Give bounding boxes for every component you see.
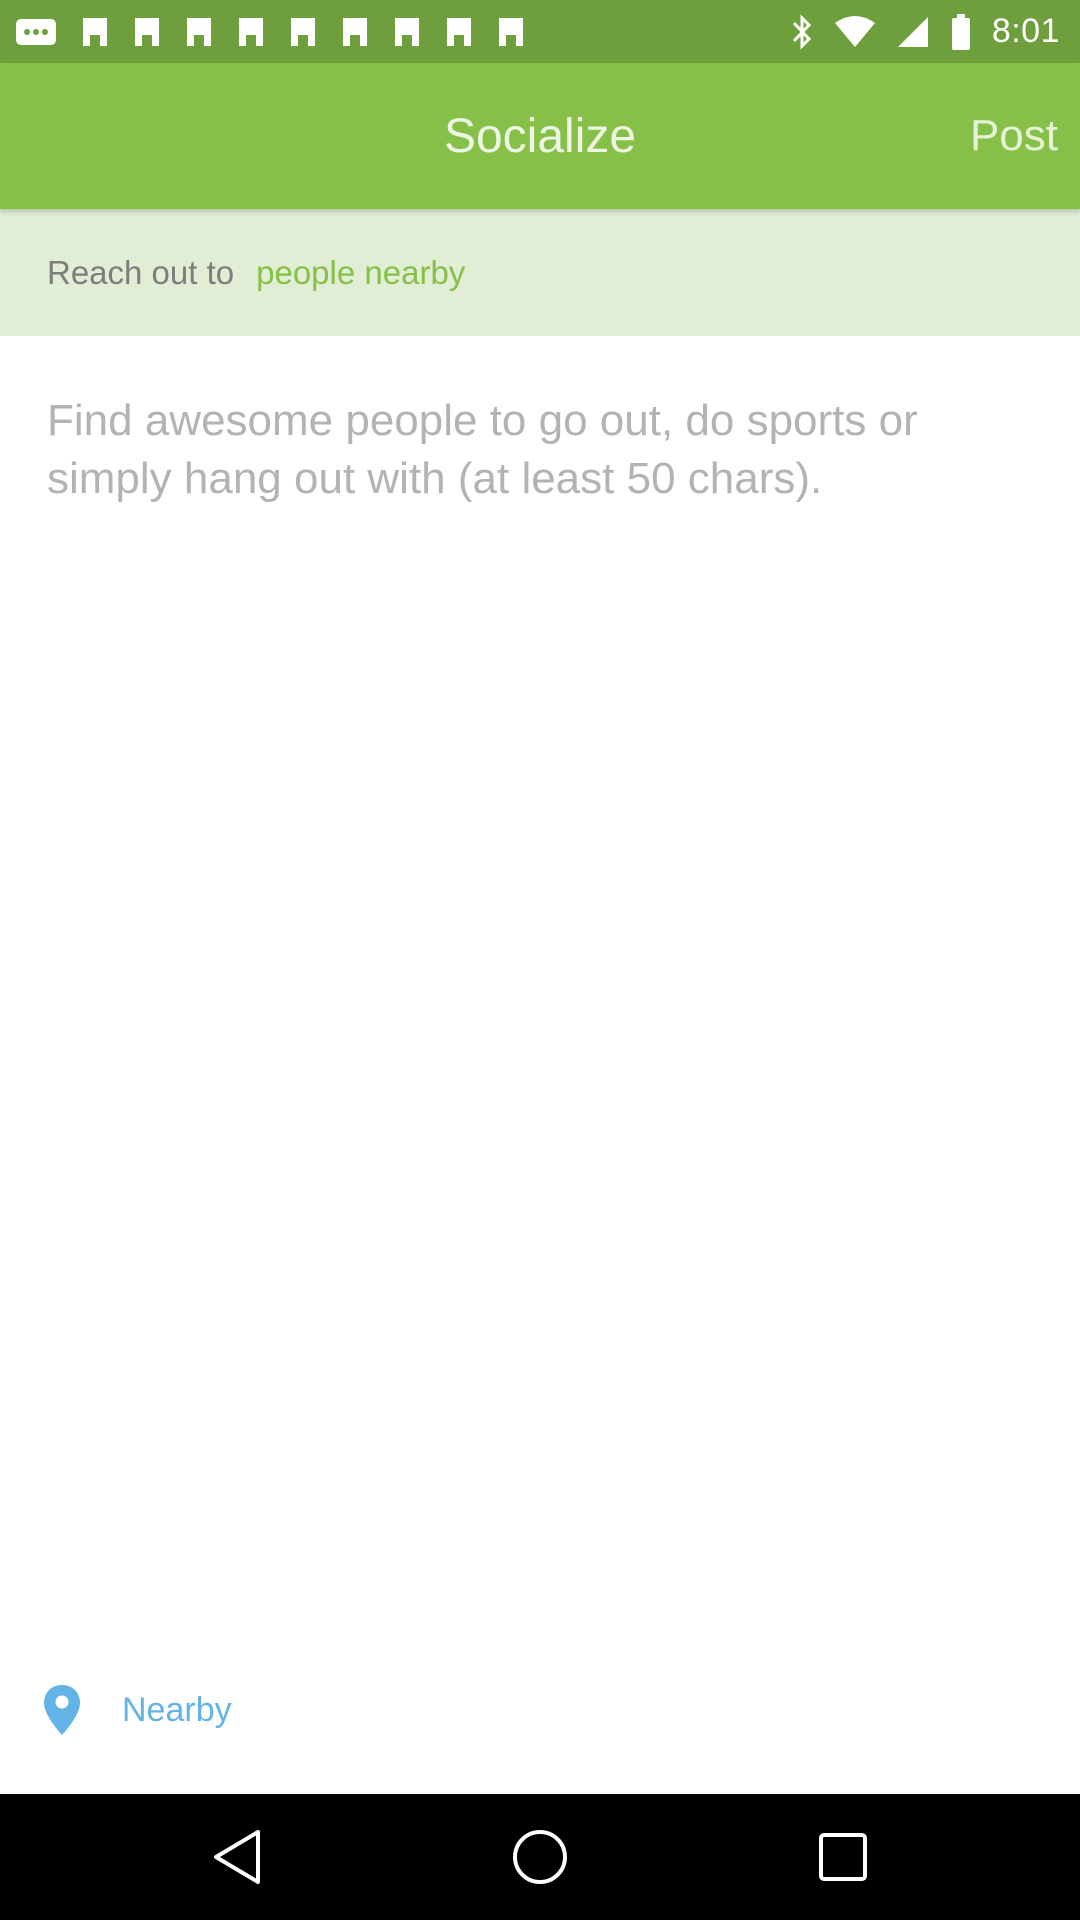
cellular-signal-icon bbox=[896, 15, 930, 49]
notification-icon bbox=[132, 15, 162, 49]
navigation-bar bbox=[0, 1794, 1080, 1920]
audience-bar: Reach out to people nearby bbox=[0, 209, 1080, 336]
battery-icon bbox=[950, 13, 972, 51]
home-button[interactable] bbox=[460, 1794, 620, 1920]
home-icon bbox=[510, 1827, 570, 1887]
notification-icon bbox=[392, 15, 422, 49]
notification-icon bbox=[184, 15, 214, 49]
status-time: 8:01 bbox=[991, 12, 1060, 50]
status-bar: 8:01 bbox=[0, 0, 1080, 63]
composer-area bbox=[0, 336, 1080, 1656]
post-text-input[interactable] bbox=[47, 392, 1047, 1592]
recents-icon bbox=[817, 1831, 869, 1883]
location-label: Nearby bbox=[122, 1690, 232, 1729]
post-button[interactable]: Post bbox=[970, 63, 1058, 209]
app-bar: Socialize Post bbox=[0, 63, 1080, 209]
audience-prefix-label: Reach out to bbox=[47, 253, 235, 291]
location-pin-icon bbox=[42, 1683, 82, 1737]
recents-button[interactable] bbox=[763, 1794, 923, 1920]
page-title: Socialize bbox=[443, 109, 637, 163]
notification-icon bbox=[236, 15, 266, 49]
notification-icon bbox=[80, 15, 110, 49]
notification-icon bbox=[340, 15, 370, 49]
status-notifications bbox=[14, 15, 526, 49]
status-system: 8:01 bbox=[790, 12, 1060, 51]
back-icon bbox=[210, 1827, 264, 1887]
back-button[interactable] bbox=[157, 1794, 317, 1920]
notification-icon bbox=[444, 15, 474, 49]
location-selector[interactable]: Nearby bbox=[0, 1665, 1080, 1755]
bluetooth-icon bbox=[790, 13, 814, 51]
wifi-icon bbox=[834, 15, 876, 49]
audience-target-link[interactable]: people nearby bbox=[256, 254, 465, 292]
more-notifications-icon bbox=[14, 16, 58, 48]
notification-icon bbox=[496, 15, 526, 49]
notification-icon bbox=[288, 15, 318, 49]
